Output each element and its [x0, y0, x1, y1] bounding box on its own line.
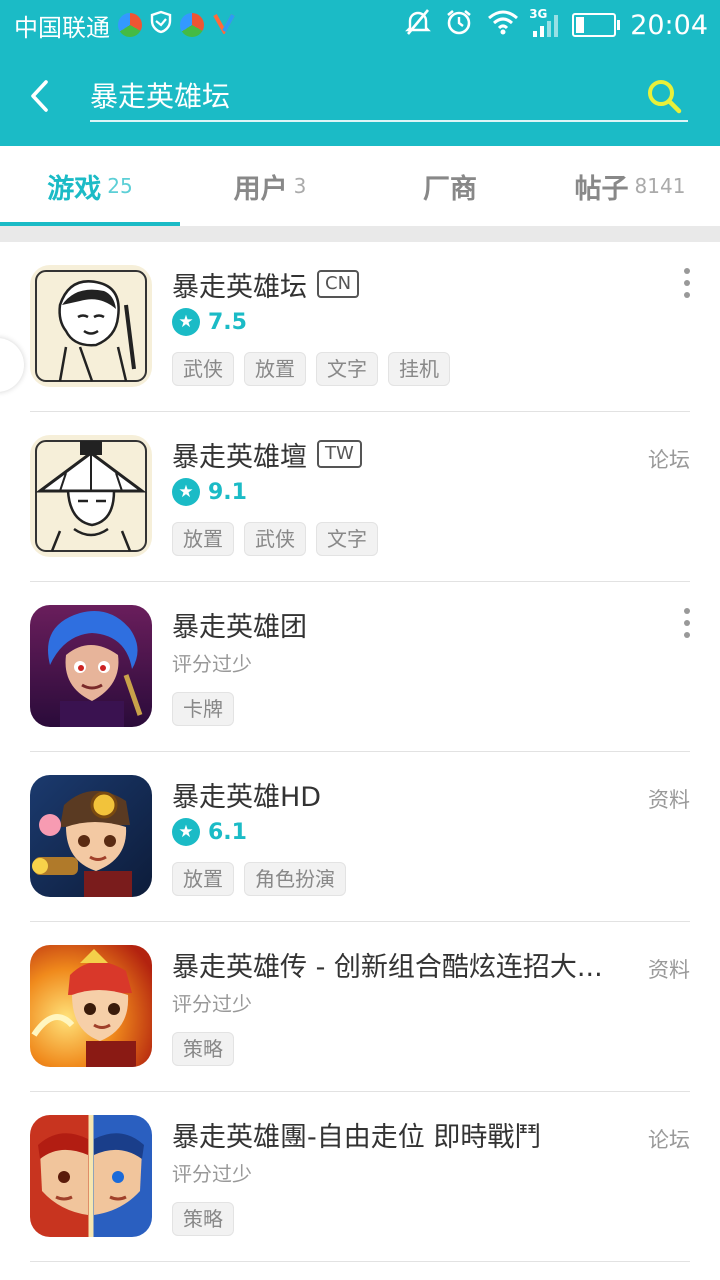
wifi-icon — [487, 9, 519, 42]
game-results-list: 暴走英雄坛 CN ★ 7.5 武侠 放置 文字 挂机 暴走英雄壇 TW ★ 9.… — [0, 242, 720, 1262]
rating: 评分过少 — [172, 986, 252, 1018]
tag-list: 放置 武侠 文字 — [172, 522, 378, 556]
dual-face-hero-icon — [30, 1115, 152, 1237]
tab-count: 25 — [107, 174, 133, 198]
list-item[interactable]: 暴走英雄團-自由走位 即時戰鬥 评分过少 策略 论坛 — [0, 1092, 720, 1262]
rating: 评分过少 — [172, 646, 252, 678]
tab-label: 用户 — [233, 173, 288, 205]
list-item[interactable]: 暴走英雄坛 CN ★ 7.5 武侠 放置 文字 挂机 — [0, 242, 720, 412]
tag[interactable]: 放置 — [244, 352, 306, 386]
rating: ★ 7.5 — [172, 306, 247, 338]
star-icon: ★ — [172, 478, 200, 506]
region-badge: CN — [317, 270, 360, 298]
score-value: 9.1 — [208, 479, 247, 505]
star-icon: ★ — [172, 818, 200, 846]
tab-posts[interactable]: 帖子 8141 — [540, 146, 720, 226]
result-tabs: 游戏 25 用户 3 厂商 帖子 8141 — [0, 146, 720, 226]
info-link[interactable]: 资料 — [648, 954, 690, 984]
list-item[interactable]: 暴走英雄传 - 创新组合酷炫连招大... 评分过少 策略 资料 — [0, 922, 720, 1092]
tag-list: 武侠 放置 文字 挂机 — [172, 352, 450, 386]
tab-label: 厂商 — [423, 173, 477, 205]
back-button[interactable] — [22, 76, 62, 116]
tag-list: 策略 — [172, 1202, 234, 1236]
rating-note: 评分过少 — [172, 651, 252, 676]
tag[interactable]: 文字 — [316, 352, 378, 386]
tag[interactable]: 角色扮演 — [244, 862, 346, 896]
blue-hair-hero-icon — [30, 605, 152, 727]
tag[interactable]: 放置 — [172, 522, 234, 556]
tag[interactable]: 策略 — [172, 1202, 234, 1236]
rating: 评分过少 — [172, 1156, 252, 1188]
tag-list: 策略 — [172, 1032, 234, 1066]
search-field — [90, 72, 688, 122]
sketch-straw-hat-icon — [30, 435, 152, 557]
tag[interactable]: 武侠 — [244, 522, 306, 556]
list-item[interactable]: 暴走英雄HD ★ 6.1 放置 角色扮演 资料 — [0, 752, 720, 922]
rating: ★ 9.1 — [172, 476, 247, 508]
rating: ★ 6.1 — [172, 816, 247, 848]
search-icon — [648, 80, 682, 114]
app-notification-icon-2 — [180, 13, 204, 37]
more-options-button[interactable] — [680, 608, 694, 638]
tab-label: 游戏 — [47, 173, 102, 205]
tag[interactable]: 策略 — [172, 1032, 234, 1066]
game-name: 暴走英雄传 - 创新组合酷炫连招大... — [172, 951, 603, 983]
chevron-left-icon — [31, 80, 48, 112]
rating-note: 评分过少 — [172, 991, 252, 1016]
carrier-label: 中国联通 — [14, 13, 110, 42]
gunner-hero-icon — [30, 775, 152, 897]
score-value: 7.5 — [208, 309, 247, 335]
game-name: 暴走英雄团 — [172, 611, 307, 643]
tag[interactable]: 卡牌 — [172, 692, 234, 726]
tab-vendors[interactable]: 厂商 — [360, 146, 540, 226]
star-icon: ★ — [172, 308, 200, 336]
game-name: 暴走英雄團-自由走位 即時戰鬥 — [172, 1121, 542, 1153]
game-name: 暴走英雄壇 — [172, 441, 307, 473]
floating-assist-button[interactable] — [0, 338, 24, 392]
battery-icon — [572, 13, 621, 37]
divider — [30, 1261, 690, 1262]
clock: 20:04 — [630, 9, 708, 41]
v-app-icon — [212, 10, 236, 40]
tab-games[interactable]: 游戏 25 — [0, 146, 180, 226]
app-notification-icon — [118, 13, 142, 37]
tab-count: 3 — [293, 174, 307, 198]
list-item[interactable]: 暴走英雄壇 TW ★ 9.1 放置 武侠 文字 论坛 — [0, 412, 720, 582]
app-header: 中国联通 3G 20:04 暴走英雄坛 — [0, 0, 720, 146]
fire-warrior-icon — [30, 945, 152, 1067]
network-type-label: 3G — [529, 7, 548, 21]
search-input[interactable] — [90, 72, 630, 118]
status-bar: 中国联通 3G 20:04 — [0, 0, 720, 50]
tag[interactable]: 挂机 — [388, 352, 450, 386]
sketch-swordsman-icon — [30, 265, 152, 387]
search-bar — [0, 62, 720, 132]
mute-icon — [405, 8, 432, 43]
alarm-icon — [445, 8, 473, 43]
tag[interactable]: 武侠 — [172, 352, 234, 386]
tag[interactable]: 文字 — [316, 522, 378, 556]
section-separator — [0, 226, 720, 242]
game-name: 暴走英雄坛 — [172, 271, 307, 303]
forum-link[interactable]: 论坛 — [648, 1124, 690, 1154]
tab-label: 帖子 — [574, 173, 629, 205]
tab-count: 8141 — [634, 174, 686, 198]
search-button[interactable] — [644, 76, 684, 116]
shield-icon — [150, 10, 172, 40]
forum-link[interactable]: 论坛 — [648, 444, 690, 474]
game-name: 暴走英雄HD — [172, 781, 322, 813]
list-item[interactable]: 暴走英雄团 评分过少 卡牌 — [0, 582, 720, 752]
rating-note: 评分过少 — [172, 1161, 252, 1186]
more-options-button[interactable] — [680, 268, 694, 298]
score-value: 6.1 — [208, 819, 247, 845]
tag-list: 卡牌 — [172, 692, 234, 726]
region-badge: TW — [317, 440, 362, 468]
tab-users[interactable]: 用户 3 — [180, 146, 360, 226]
tag[interactable]: 放置 — [172, 862, 234, 896]
tag-list: 放置 角色扮演 — [172, 862, 346, 896]
info-link[interactable]: 资料 — [648, 784, 690, 814]
